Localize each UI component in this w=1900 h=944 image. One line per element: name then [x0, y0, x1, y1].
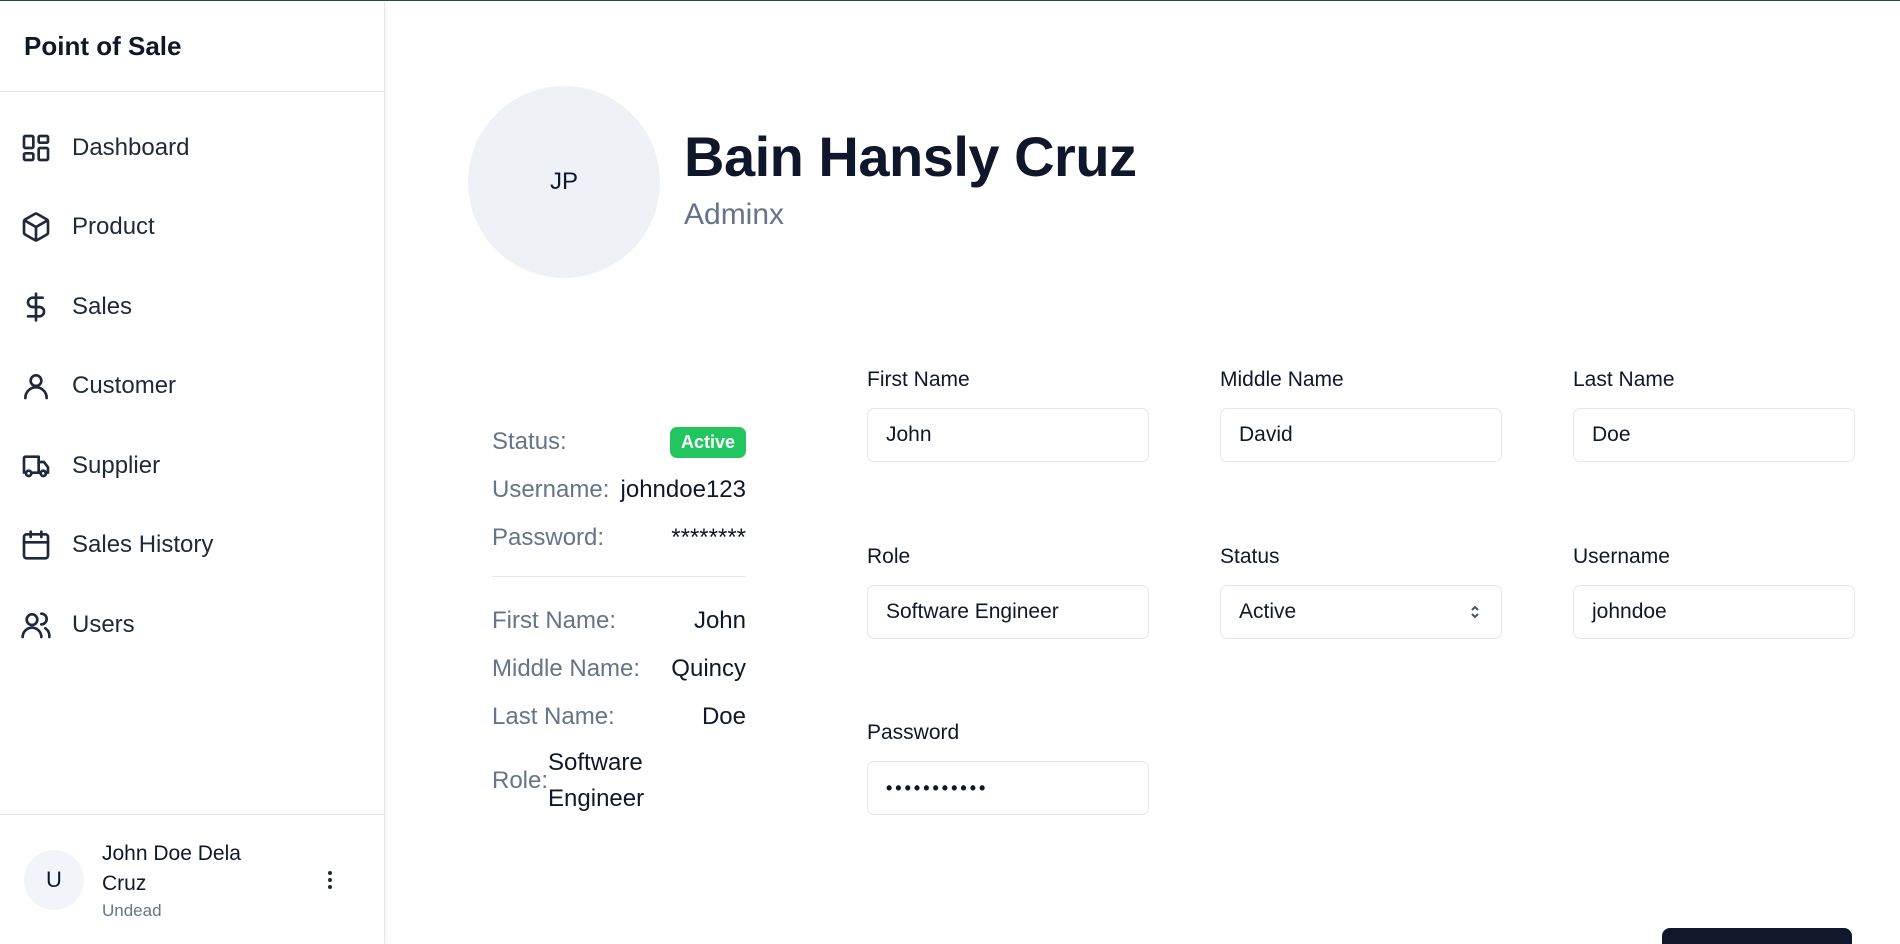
sidebar-item-sales[interactable]: Sales — [0, 267, 384, 347]
password-field-label: Password — [867, 721, 960, 744]
summary-username: Username: johndoe123 — [492, 466, 746, 514]
profile-avatar: JP — [468, 86, 660, 278]
username-label: Username: — [492, 476, 610, 503]
submit-button[interactable] — [1662, 928, 1852, 944]
password-label: Password: — [492, 524, 605, 551]
summary-status: Status: Active — [492, 418, 746, 466]
status-field: Status Active — [1220, 545, 1502, 639]
last-name-value: Doe — [701, 703, 746, 730]
role-input[interactable]: Software Engineer — [867, 585, 1149, 639]
sidebar-item-dashboard[interactable]: Dashboard — [0, 108, 384, 188]
divider — [492, 576, 746, 577]
status-field-label: Status — [1220, 545, 1280, 568]
more-vertical-icon — [328, 871, 332, 889]
middle-name-field: Middle Name David — [1220, 368, 1502, 462]
sidebar-item-label: Customer — [72, 372, 177, 400]
user-icon — [20, 370, 52, 402]
sidebar-item-supplier[interactable]: Supplier — [0, 426, 384, 506]
sidebar-item-sales-history[interactable]: Sales History — [0, 506, 384, 586]
more-options-button[interactable] — [318, 865, 342, 895]
summary-first-name: First Name: John — [492, 597, 746, 645]
user-name: John Doe Dela Cruz — [102, 842, 241, 895]
sidebar-item-label: Supplier — [72, 451, 161, 479]
status-label: Status: — [492, 428, 567, 455]
summary-password: Password: ******** — [492, 514, 746, 562]
status-select[interactable]: Active — [1220, 585, 1502, 639]
profile-summary: Status: Active Username: johndoe123 Pass… — [492, 418, 746, 817]
first-name-field: First Name John — [867, 368, 1149, 462]
middle-name-input[interactable]: David — [1220, 408, 1502, 462]
role-field-label: Role — [867, 545, 911, 568]
sidebar-item-label: Sales History — [72, 531, 214, 559]
sidebar: Point of Sale Dashboard Product Sales Cu… — [0, 2, 385, 944]
last-name-label: Last Name: — [492, 703, 615, 730]
username-field-label: Username — [1573, 545, 1670, 568]
first-name-field-label: First Name — [867, 368, 970, 391]
status-badge: Active — [669, 426, 746, 458]
sidebar-item-customer[interactable]: Customer — [0, 347, 384, 427]
summary-role: Role: Software Engineer — [492, 745, 746, 817]
dashboard-icon — [20, 132, 52, 164]
sidebar-item-users[interactable]: Users — [0, 585, 384, 665]
role-label: Role: — [492, 767, 549, 794]
middle-name-label: Middle Name: — [492, 655, 641, 682]
sidebar-nav: Dashboard Product Sales Customer Supplie… — [0, 92, 384, 665]
sidebar-item-product[interactable]: Product — [0, 188, 384, 268]
sidebar-item-label: Sales — [72, 292, 133, 320]
main-content: JP Bain Hansly Cruz Adminx Status: Activ… — [386, 2, 1900, 944]
role-field: Role Software Engineer — [867, 545, 1149, 639]
role-value: Software Engineer — [548, 749, 645, 812]
avatar: U — [24, 850, 84, 910]
first-name-value: John — [693, 607, 746, 634]
last-name-field-label: Last Name — [1573, 368, 1675, 391]
profile-name: Bain Hansly Cruz — [684, 125, 1137, 188]
username-input[interactable]: johndoe — [1573, 585, 1855, 639]
user-role: Undead — [102, 901, 162, 920]
middle-name-field-label: Middle Name — [1220, 368, 1344, 391]
password-input[interactable]: ••••••••••• — [867, 761, 1149, 815]
app-title: Point of Sale — [0, 2, 384, 92]
calendar-icon — [20, 529, 52, 561]
dollar-icon — [20, 291, 52, 323]
username-field: Username johndoe — [1573, 545, 1855, 639]
truck-icon — [20, 450, 52, 482]
summary-middle-name: Middle Name: Quincy — [492, 645, 746, 693]
current-user: U John Doe Dela Cruz Undead — [0, 814, 385, 944]
username-value: johndoe123 — [620, 476, 746, 503]
users-icon — [20, 609, 52, 641]
status-select-value: Active — [1239, 600, 1297, 623]
first-name-input[interactable]: John — [867, 408, 1149, 462]
chevron-up-down-icon — [1471, 605, 1479, 619]
password-value: ******** — [671, 524, 746, 551]
sidebar-item-label: Users — [72, 610, 135, 638]
password-field: Password ••••••••••• — [867, 721, 1149, 815]
summary-last-name: Last Name: Doe — [492, 693, 746, 741]
first-name-label: First Name: — [492, 607, 617, 634]
box-icon — [20, 211, 52, 243]
user-meta: John Doe Dela Cruz Undead — [102, 839, 282, 921]
sidebar-item-label: Dashboard — [72, 133, 190, 161]
last-name-field: Last Name Doe — [1573, 368, 1855, 462]
middle-name-value: Quincy — [671, 655, 746, 682]
profile-role: Adminx — [684, 198, 785, 231]
sidebar-item-label: Product — [72, 213, 155, 241]
last-name-input[interactable]: Doe — [1573, 408, 1855, 462]
